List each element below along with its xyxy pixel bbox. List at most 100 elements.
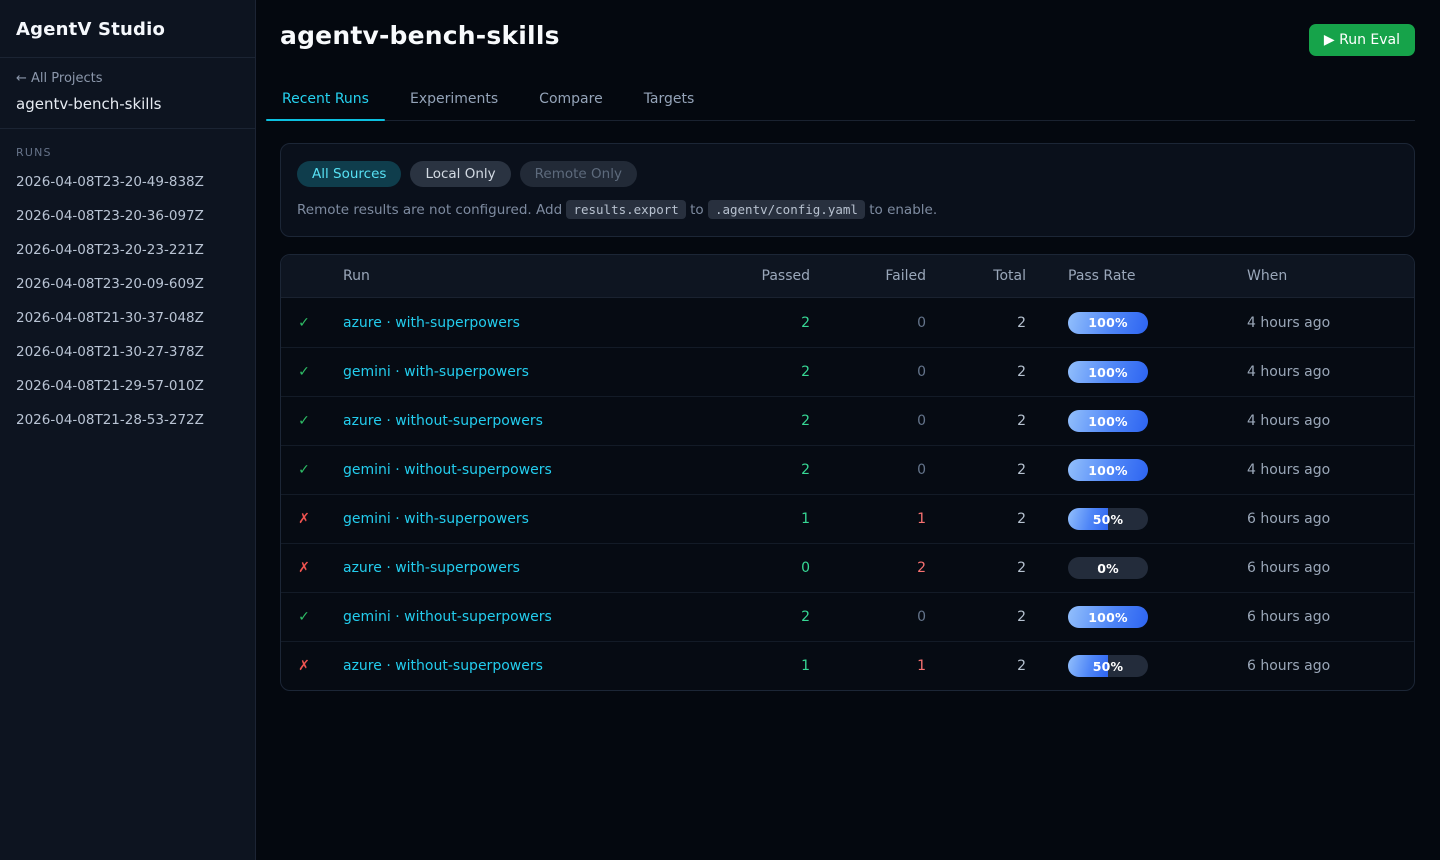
table-row: ✗ azure · without-superpowers 1 1 2 50% …: [281, 641, 1414, 690]
runs-table: Run Passed Failed Total Pass Rate When ✓…: [280, 254, 1415, 691]
tab-recent-runs[interactable]: Recent Runs: [280, 91, 371, 120]
pass-rate-pill: 0%: [1068, 557, 1148, 579]
total-count: 2: [926, 462, 1026, 478]
passed-count: 1: [698, 511, 810, 527]
table-row: ✓ gemini · with-superpowers 2 0 2 100% 4…: [281, 347, 1414, 396]
pass-rate-label: 50%: [1068, 655, 1148, 677]
table-header-row: Run Passed Failed Total Pass Rate When: [281, 255, 1414, 298]
table-body: ✓ azure · with-superpowers 2 0 2 100% 4 …: [281, 298, 1414, 690]
when-text: 4 hours ago: [1238, 315, 1414, 331]
when-text: 6 hours ago: [1238, 511, 1414, 527]
failed-count: 0: [810, 364, 926, 380]
status-icon: ✗: [298, 511, 310, 527]
total-count: 2: [926, 364, 1026, 380]
filter-chip-all-sources[interactable]: All Sources: [297, 161, 401, 187]
sidebar-run-item[interactable]: 2026-04-08T21-30-27-378Z: [0, 335, 255, 369]
failed-count: 0: [810, 462, 926, 478]
column-failed: Failed: [810, 268, 926, 284]
sidebar-run-item[interactable]: 2026-04-08T23-20-23-221Z: [0, 233, 255, 267]
table-row: ✓ gemini · without-superpowers 2 0 2 100…: [281, 592, 1414, 641]
column-passed: Passed: [698, 268, 810, 284]
run-link[interactable]: azure · without-superpowers: [343, 658, 543, 674]
project-name: agentv-bench-skills: [16, 95, 239, 113]
column-pass-rate: Pass Rate: [1026, 268, 1238, 284]
failed-count: 0: [810, 609, 926, 625]
table-row: ✗ gemini · with-superpowers 1 1 2 50% 6 …: [281, 494, 1414, 543]
filter-chip-remote-only: Remote Only: [520, 161, 637, 187]
pass-rate-label: 100%: [1068, 459, 1148, 481]
sidebar-run-item[interactable]: 2026-04-08T21-29-57-010Z: [0, 369, 255, 403]
total-count: 2: [926, 609, 1026, 625]
run-link[interactable]: azure · without-superpowers: [343, 413, 543, 429]
status-icon: ✓: [298, 462, 310, 478]
pass-rate-pill: 100%: [1068, 312, 1148, 334]
passed-count: 1: [698, 658, 810, 674]
passed-count: 2: [698, 609, 810, 625]
when-text: 6 hours ago: [1238, 609, 1414, 625]
run-link[interactable]: azure · with-superpowers: [343, 560, 520, 576]
pass-rate-label: 100%: [1068, 361, 1148, 383]
sidebar-run-item[interactable]: 2026-04-08T23-20-49-838Z: [0, 165, 255, 199]
run-link[interactable]: gemini · with-superpowers: [343, 511, 529, 527]
note-text: to: [686, 202, 708, 218]
project-block: ← All Projects agentv-bench-skills: [0, 58, 255, 129]
source-filter-chips: All Sources Local Only Remote Only: [297, 161, 1398, 187]
remote-config-note: Remote results are not configured. Add r…: [297, 202, 1398, 218]
all-projects-link[interactable]: ← All Projects: [16, 71, 239, 86]
failed-count: 0: [810, 413, 926, 429]
sidebar-run-item[interactable]: 2026-04-08T23-20-09-609Z: [0, 267, 255, 301]
total-count: 2: [926, 511, 1026, 527]
status-icon: ✓: [298, 413, 310, 429]
passed-count: 2: [698, 315, 810, 331]
source-filter-panel: All Sources Local Only Remote Only Remote …: [280, 143, 1415, 237]
table-row: ✗ azure · with-superpowers 0 2 2 0% 6 ho…: [281, 543, 1414, 592]
tab-experiments[interactable]: Experiments: [408, 91, 500, 120]
passed-count: 2: [698, 462, 810, 478]
status-icon: ✓: [298, 609, 310, 625]
total-count: 2: [926, 413, 1026, 429]
failed-count: 1: [810, 511, 926, 527]
code-results-export: results.export: [566, 200, 685, 219]
when-text: 4 hours ago: [1238, 413, 1414, 429]
run-link[interactable]: gemini · with-superpowers: [343, 364, 529, 380]
pass-rate-pill: 100%: [1068, 459, 1148, 481]
filter-chip-local-only[interactable]: Local Only: [410, 161, 510, 187]
column-total: Total: [926, 268, 1026, 284]
tab-compare[interactable]: Compare: [537, 91, 605, 120]
run-eval-button[interactable]: ▶ Run Eval: [1309, 24, 1415, 56]
table-row: ✓ gemini · without-superpowers 2 0 2 100…: [281, 445, 1414, 494]
runs-section-label: RUNS: [0, 129, 255, 165]
table-row: ✓ azure · with-superpowers 2 0 2 100% 4 …: [281, 298, 1414, 347]
when-text: 4 hours ago: [1238, 364, 1414, 380]
run-link[interactable]: gemini · without-superpowers: [343, 609, 552, 625]
tab-targets[interactable]: Targets: [642, 91, 697, 120]
column-run: Run: [327, 268, 698, 284]
column-when: When: [1238, 268, 1414, 284]
pass-rate-label: 100%: [1068, 606, 1148, 628]
pass-rate-pill: 50%: [1068, 655, 1148, 677]
total-count: 2: [926, 315, 1026, 331]
pass-rate-pill: 50%: [1068, 508, 1148, 530]
sidebar-header: AgentV Studio: [0, 0, 255, 58]
pass-rate-pill: 100%: [1068, 606, 1148, 628]
failed-count: 0: [810, 315, 926, 331]
when-text: 6 hours ago: [1238, 560, 1414, 576]
run-link[interactable]: gemini · without-superpowers: [343, 462, 552, 478]
pass-rate-pill: 100%: [1068, 410, 1148, 432]
main-header: agentv-bench-skills ▶ Run Eval: [280, 21, 1415, 56]
tab-bar: Recent Runs Experiments Compare Targets: [280, 91, 1415, 121]
sidebar-run-item[interactable]: 2026-04-08T21-28-53-272Z: [0, 403, 255, 437]
total-count: 2: [926, 658, 1026, 674]
when-text: 6 hours ago: [1238, 658, 1414, 674]
status-icon: ✗: [298, 560, 310, 576]
note-text: Remote results are not configured. Add: [297, 202, 566, 218]
sidebar: AgentV Studio ← All Projects agentv-benc…: [0, 0, 256, 860]
run-link[interactable]: azure · with-superpowers: [343, 315, 520, 331]
passed-count: 2: [698, 413, 810, 429]
passed-count: 0: [698, 560, 810, 576]
status-icon: ✓: [298, 364, 310, 380]
sidebar-run-item[interactable]: 2026-04-08T21-30-37-048Z: [0, 301, 255, 335]
table-row: ✓ azure · without-superpowers 2 0 2 100%…: [281, 396, 1414, 445]
sidebar-run-item[interactable]: 2026-04-08T23-20-36-097Z: [0, 199, 255, 233]
pass-rate-label: 100%: [1068, 410, 1148, 432]
